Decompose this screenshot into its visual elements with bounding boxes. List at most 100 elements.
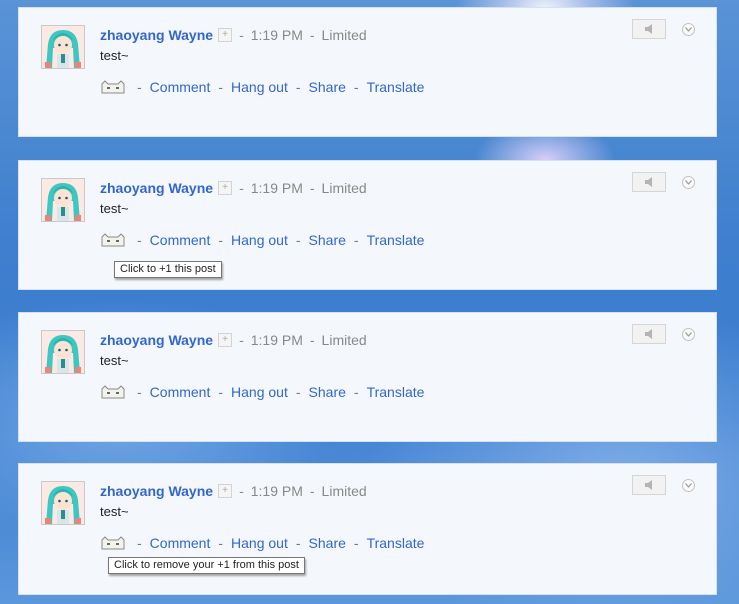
post-time[interactable]: 1:19 PM [251, 332, 303, 348]
cat-face-icon [101, 385, 125, 399]
visibility-label[interactable]: Limited [322, 27, 367, 43]
add-to-circle-button[interactable]: + [218, 333, 233, 347]
separator: - [137, 79, 142, 95]
speaker-icon [645, 329, 652, 339]
post-options-button[interactable] [682, 479, 695, 492]
plus-one-tooltip: Click to +1 this post [114, 261, 222, 278]
mute-button[interactable] [632, 19, 666, 39]
mute-button[interactable] [632, 475, 666, 495]
mute-button[interactable] [632, 172, 666, 192]
plus-one-button[interactable] [100, 233, 126, 247]
post-header: zhaoyang Wayne + - 1:19 PM - Limited [100, 179, 367, 197]
separator: - [218, 232, 224, 248]
visibility-label[interactable]: Limited [322, 483, 367, 499]
post-options-button[interactable] [682, 23, 695, 36]
author-name[interactable]: zhaoyang Wayne [100, 27, 213, 43]
separator: - [353, 232, 359, 248]
post-header: zhaoyang Wayne + - 1:19 PM - Limited [100, 482, 367, 500]
author-name[interactable]: zhaoyang Wayne [100, 332, 213, 348]
translate-link[interactable]: Translate [367, 232, 425, 248]
anime-avatar-icon [42, 26, 84, 68]
hang-out-link[interactable]: Hang out [231, 232, 288, 248]
separator: - [295, 535, 301, 551]
separator: - [239, 332, 244, 348]
post-card: zhaoyang Wayne + - 1:19 PM - Limited tes… [18, 463, 717, 595]
translate-link[interactable]: Translate [367, 79, 425, 95]
avatar[interactable] [41, 25, 85, 69]
post-time[interactable]: 1:19 PM [251, 483, 303, 499]
post-text: test~ [100, 504, 129, 519]
post-text: test~ [100, 201, 129, 216]
separator: - [295, 232, 301, 248]
speaker-icon [645, 480, 652, 490]
chevron-down-icon [685, 332, 692, 337]
plus-one-button[interactable] [100, 536, 126, 550]
speaker-icon [645, 24, 652, 34]
separator: - [137, 535, 142, 551]
post-text: test~ [100, 353, 129, 368]
hang-out-link[interactable]: Hang out [231, 384, 288, 400]
author-name[interactable]: zhaoyang Wayne [100, 180, 213, 196]
separator: - [239, 180, 244, 196]
post-header: zhaoyang Wayne + - 1:19 PM - Limited [100, 331, 367, 349]
share-link[interactable]: Share [309, 384, 346, 400]
share-link[interactable]: Share [309, 79, 346, 95]
separator: - [353, 79, 359, 95]
plus-one-button[interactable] [100, 80, 126, 94]
add-to-circle-button[interactable]: + [218, 181, 233, 195]
separator: - [353, 384, 359, 400]
separator: - [353, 535, 359, 551]
translate-link[interactable]: Translate [367, 384, 425, 400]
separator: - [137, 384, 142, 400]
post-options-button[interactable] [682, 176, 695, 189]
chevron-down-icon [685, 180, 692, 185]
separator: - [218, 79, 224, 95]
avatar[interactable] [41, 178, 85, 222]
add-to-circle-button[interactable]: + [218, 28, 233, 42]
post-time[interactable]: 1:19 PM [251, 27, 303, 43]
post-actions: - Comment - Hang out - Share - Translate [100, 383, 424, 401]
post-actions: - Comment - Hang out - Share - Translate [100, 231, 424, 249]
add-to-circle-button[interactable]: + [218, 484, 233, 498]
comment-link[interactable]: Comment [150, 384, 211, 400]
post-header: zhaoyang Wayne + - 1:19 PM - Limited [100, 26, 367, 44]
separator: - [218, 384, 224, 400]
share-link[interactable]: Share [309, 535, 346, 551]
separator: - [309, 180, 315, 196]
post-time[interactable]: 1:19 PM [251, 180, 303, 196]
separator: - [295, 79, 301, 95]
chevron-down-icon [685, 27, 692, 32]
hang-out-link[interactable]: Hang out [231, 535, 288, 551]
translate-link[interactable]: Translate [367, 535, 425, 551]
post-card: zhaoyang Wayne + - 1:19 PM - Limited tes… [18, 160, 717, 290]
separator: - [309, 27, 315, 43]
hang-out-link[interactable]: Hang out [231, 79, 288, 95]
comment-link[interactable]: Comment [150, 79, 211, 95]
cat-face-icon [101, 233, 125, 247]
cat-face-icon [101, 536, 125, 550]
separator: - [309, 483, 315, 499]
cat-face-icon [101, 80, 125, 94]
separator: - [239, 483, 244, 499]
chevron-down-icon [685, 483, 692, 488]
separator: - [295, 384, 301, 400]
post-actions: - Comment - Hang out - Share - Translate [100, 534, 424, 552]
separator: - [239, 27, 244, 43]
share-link[interactable]: Share [309, 232, 346, 248]
post-actions: - Comment - Hang out - Share - Translate [100, 78, 424, 96]
plus-one-button[interactable] [100, 385, 126, 399]
avatar[interactable] [41, 481, 85, 525]
visibility-label[interactable]: Limited [322, 180, 367, 196]
plus-one-tooltip: Click to remove your +1 from this post [108, 557, 305, 574]
visibility-label[interactable]: Limited [322, 332, 367, 348]
anime-avatar-icon [42, 482, 84, 524]
avatar[interactable] [41, 330, 85, 374]
comment-link[interactable]: Comment [150, 232, 211, 248]
post-card: zhaoyang Wayne + - 1:19 PM - Limited tes… [18, 312, 717, 442]
author-name[interactable]: zhaoyang Wayne [100, 483, 213, 499]
separator: - [137, 232, 142, 248]
separator: - [309, 332, 315, 348]
post-options-button[interactable] [682, 328, 695, 341]
mute-button[interactable] [632, 324, 666, 344]
comment-link[interactable]: Comment [150, 535, 211, 551]
